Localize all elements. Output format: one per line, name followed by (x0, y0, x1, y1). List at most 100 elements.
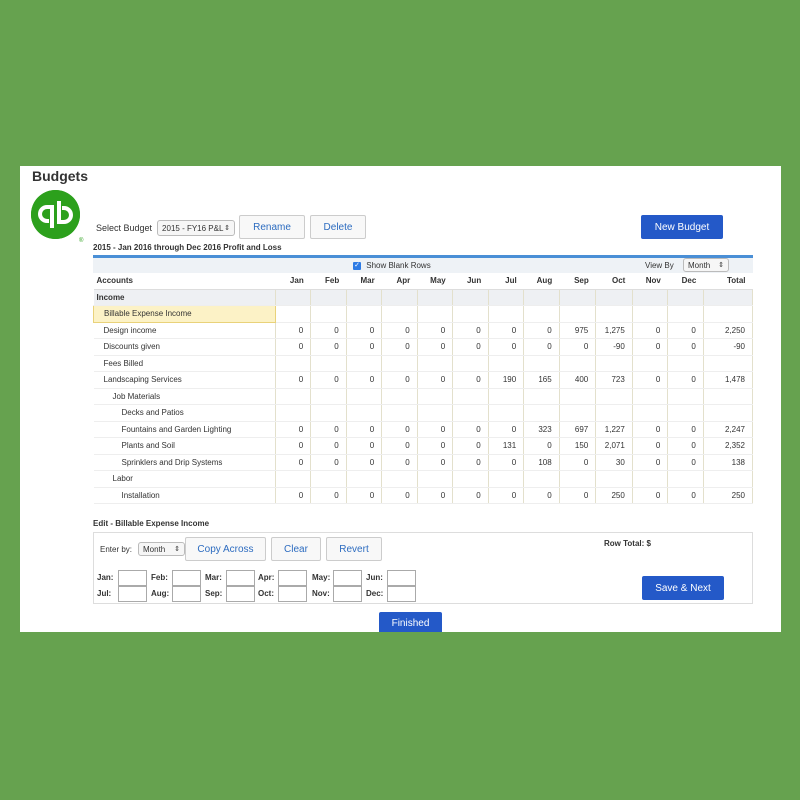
amount-cell[interactable] (452, 289, 489, 306)
amount-cell[interactable]: 0 (667, 437, 704, 455)
amount-cell[interactable] (488, 388, 525, 405)
amount-cell[interactable] (488, 355, 525, 372)
amount-cell[interactable]: 0 (417, 338, 454, 356)
amount-cell[interactable] (595, 289, 633, 306)
amount-cell[interactable] (452, 404, 489, 422)
amount-cell[interactable] (559, 305, 597, 323)
amount-cell[interactable] (417, 388, 454, 405)
amount-cell[interactable]: 0 (275, 421, 312, 438)
amount-cell[interactable]: 0 (667, 487, 704, 504)
amount-cell[interactable]: 723 (595, 371, 633, 389)
amount-cell[interactable] (381, 470, 418, 488)
amount-cell[interactable]: 400 (559, 371, 597, 389)
amount-cell[interactable] (488, 470, 525, 488)
amount-cell[interactable]: -90 (703, 338, 754, 356)
month-amount-input[interactable] (118, 570, 147, 586)
amount-cell[interactable]: 1,227 (595, 421, 633, 438)
amount-cell[interactable]: 0 (381, 338, 418, 356)
amount-cell[interactable]: 0 (559, 487, 597, 504)
amount-cell[interactable] (381, 404, 418, 422)
amount-cell[interactable]: 1,478 (703, 371, 754, 389)
amount-cell[interactable]: 0 (381, 421, 418, 438)
amount-cell[interactable]: 0 (381, 437, 418, 455)
amount-cell[interactable]: 323 (523, 421, 560, 438)
table-row[interactable]: Income (93, 289, 754, 306)
amount-cell[interactable]: 0 (346, 322, 383, 339)
amount-cell[interactable] (595, 470, 633, 488)
amount-cell[interactable]: 0 (275, 371, 312, 389)
amount-cell[interactable] (310, 388, 347, 405)
amount-cell[interactable] (310, 305, 347, 323)
amount-cell[interactable]: 0 (452, 437, 489, 455)
amount-cell[interactable]: 0 (667, 421, 704, 438)
amount-cell[interactable] (381, 305, 418, 323)
amount-cell[interactable]: 0 (310, 421, 347, 438)
amount-cell[interactable] (667, 404, 704, 422)
table-row[interactable]: Fountains and Garden Lighting 0 0 0 0 0 0 0 323 6… (93, 421, 754, 438)
amount-cell[interactable]: 150 (559, 437, 597, 455)
amount-cell[interactable]: 131 (488, 437, 525, 455)
amount-cell[interactable] (275, 305, 312, 323)
show-blank-rows-toggle[interactable]: ✓ Show Blank Rows (353, 261, 431, 270)
amount-cell[interactable] (346, 289, 383, 306)
copy-across-button[interactable]: Copy Across (185, 537, 266, 561)
amount-cell[interactable]: 0 (346, 454, 383, 471)
revert-button[interactable]: Revert (326, 537, 382, 561)
amount-cell[interactable]: 0 (632, 338, 669, 356)
table-row[interactable]: Billable Expense Income (93, 305, 754, 323)
amount-cell[interactable] (346, 305, 383, 323)
amount-cell[interactable]: 0 (452, 338, 489, 356)
amount-cell[interactable]: 0 (523, 437, 560, 455)
amount-cell[interactable] (310, 355, 347, 372)
amount-cell[interactable] (488, 404, 525, 422)
amount-cell[interactable] (452, 355, 489, 372)
amount-cell[interactable]: 0 (523, 487, 560, 504)
amount-cell[interactable]: 0 (452, 371, 489, 389)
amount-cell[interactable] (703, 305, 754, 323)
amount-cell[interactable] (381, 355, 418, 372)
amount-cell[interactable] (632, 305, 669, 323)
month-amount-input[interactable] (172, 570, 201, 586)
amount-cell[interactable] (559, 355, 597, 372)
amount-cell[interactable]: 0 (417, 454, 454, 471)
amount-cell[interactable]: 0 (381, 322, 418, 339)
amount-cell[interactable] (275, 289, 312, 306)
amount-cell[interactable]: 0 (488, 487, 525, 504)
amount-cell[interactable] (703, 470, 754, 488)
month-amount-input[interactable] (226, 586, 255, 602)
amount-cell[interactable]: 0 (310, 454, 347, 471)
amount-cell[interactable] (488, 305, 525, 323)
amount-cell[interactable] (381, 388, 418, 405)
amount-cell[interactable] (417, 355, 454, 372)
amount-cell[interactable]: 0 (310, 338, 347, 356)
amount-cell[interactable]: 0 (632, 487, 669, 504)
amount-cell[interactable]: 2,352 (703, 437, 754, 455)
amount-cell[interactable]: 0 (275, 454, 312, 471)
table-row[interactable]: Plants and Soil 0 0 0 0 0 0 131 0 150 2,071 0 0 2,352 (93, 437, 754, 455)
amount-cell[interactable] (632, 388, 669, 405)
amount-cell[interactable] (703, 388, 754, 405)
month-amount-input[interactable] (278, 586, 307, 602)
amount-cell[interactable] (559, 404, 597, 422)
amount-cell[interactable]: 0 (452, 487, 489, 504)
amount-cell[interactable]: 0 (310, 322, 347, 339)
amount-cell[interactable]: 0 (632, 437, 669, 455)
month-amount-input[interactable] (387, 570, 416, 586)
table-row[interactable]: Job Materials (93, 388, 754, 405)
month-amount-input[interactable] (278, 570, 307, 586)
amount-cell[interactable]: 0 (559, 454, 597, 471)
amount-cell[interactable]: 0 (417, 371, 454, 389)
amount-cell[interactable]: 0 (417, 421, 454, 438)
amount-cell[interactable]: 0 (275, 322, 312, 339)
amount-cell[interactable]: 0 (381, 487, 418, 504)
amount-cell[interactable] (417, 404, 454, 422)
amount-cell[interactable] (452, 388, 489, 405)
amount-cell[interactable] (417, 305, 454, 323)
amount-cell[interactable]: 1,275 (595, 322, 633, 339)
amount-cell[interactable]: 0 (417, 437, 454, 455)
amount-cell[interactable] (417, 289, 454, 306)
table-row[interactable]: Installation 0 0 0 0 0 0 0 0 0 250 0 0 250 (93, 487, 754, 504)
clear-button[interactable]: Clear (271, 537, 321, 561)
amount-cell[interactable] (667, 470, 704, 488)
amount-cell[interactable] (667, 289, 704, 306)
